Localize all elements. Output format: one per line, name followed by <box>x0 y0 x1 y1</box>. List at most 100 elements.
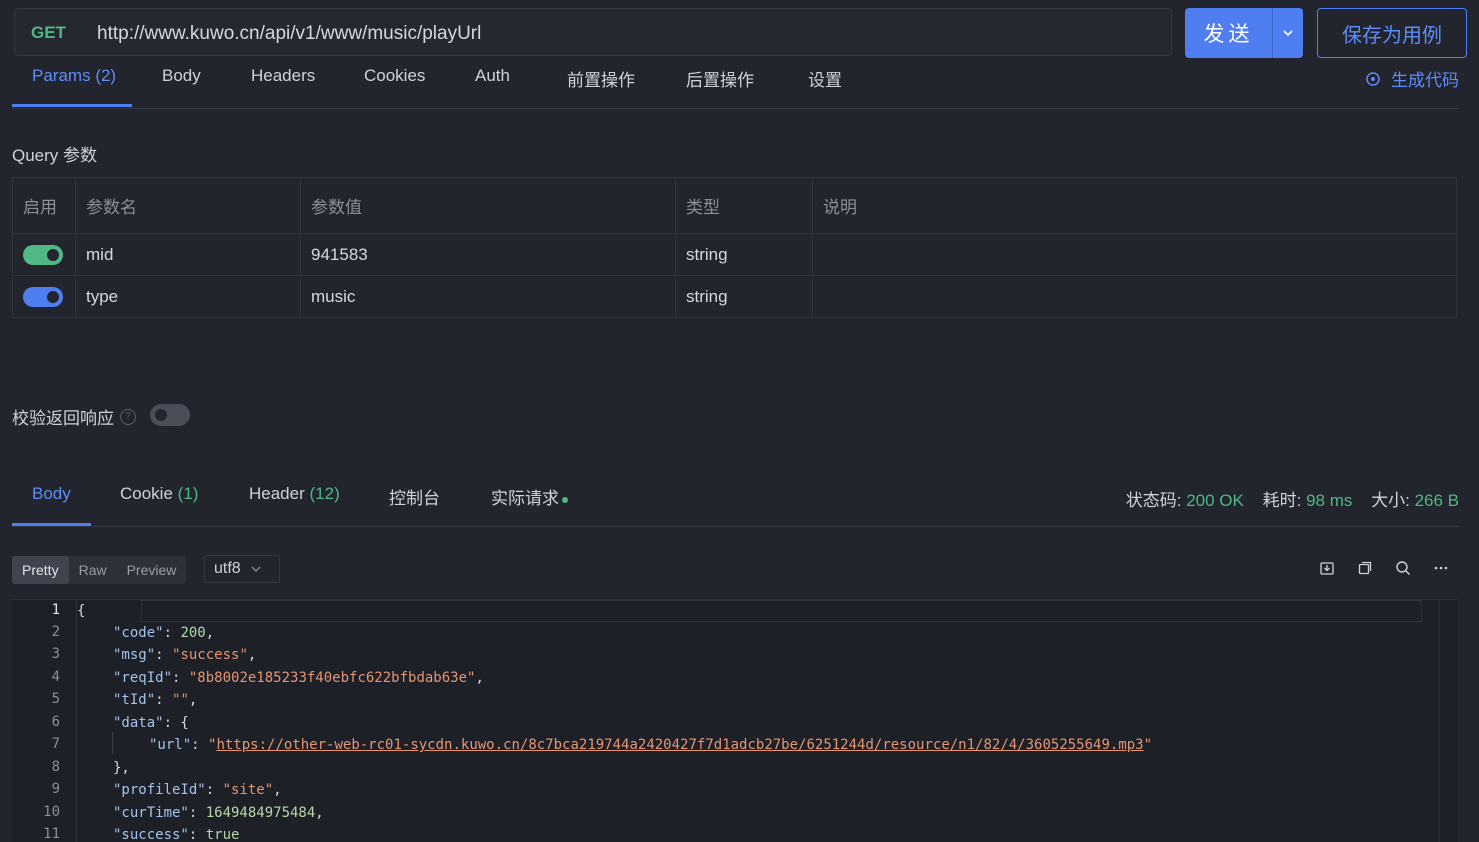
code-line: "curTime": 1649484975484, <box>113 805 324 821</box>
send-button[interactable]: 发送 <box>1185 8 1303 58</box>
save-as-case-button[interactable]: 保存为用例 <box>1317 8 1467 58</box>
enable-toggle[interactable] <box>23 286 63 307</box>
code-line: }, <box>113 760 130 776</box>
col-type: 类型 <box>676 178 813 233</box>
enable-cell <box>13 276 76 317</box>
help-icon[interactable]: ? <box>120 408 136 425</box>
time-value: 98 ms <box>1306 491 1353 510</box>
tab-auth[interactable]: Auth <box>475 66 510 86</box>
line-number: 5 <box>51 691 60 707</box>
active-response-tab-indicator <box>12 523 91 526</box>
tab-settings[interactable]: 设置 <box>808 66 842 91</box>
chevron-down-icon <box>251 566 261 572</box>
line-number: 11 <box>43 826 60 842</box>
current-line-highlight <box>141 600 1422 622</box>
url-link[interactable]: https://other-web-rc01-sycdn.kuwo.cn/8c7… <box>216 737 1143 753</box>
line-number: 9 <box>51 781 60 797</box>
tab-cookie-label: Cookie <box>120 484 173 503</box>
col-param-value: 参数值 <box>301 178 676 233</box>
param-value-cell[interactable]: music <box>301 276 676 317</box>
code-line: "reqId": "8b8002e185233f40ebfc622bfbdab6… <box>113 670 484 686</box>
tab-params[interactable]: Params (2) <box>32 66 116 86</box>
col-description: 说明 <box>823 198 857 217</box>
enable-toggle[interactable] <box>23 244 63 265</box>
download-icon[interactable] <box>1319 560 1335 576</box>
active-tab-indicator <box>12 104 132 107</box>
response-status: 状态码: 200 OK 耗时: 98 ms 大小: 266 B <box>1126 486 1459 511</box>
tab-cookies[interactable]: Cookies <box>364 66 425 86</box>
response-toolbar <box>1319 560 1449 576</box>
encoding-value: utf8 <box>214 560 241 577</box>
response-body-editor[interactable]: 1 2 3 4 5 6 7 8 9 10 11 { "code": 200, "… <box>12 599 1458 842</box>
enable-cell <box>13 234 76 275</box>
editor-scrollbar[interactable] <box>1439 600 1458 842</box>
line-number: 10 <box>43 804 60 820</box>
line-number: 6 <box>51 714 60 730</box>
code-content: { "code": 200, "msg": "success", "reqId"… <box>76 600 1440 842</box>
url-bar[interactable]: GET http://www.kuwo.cn/api/v1/www/music/… <box>14 8 1172 56</box>
line-number: 2 <box>51 624 60 640</box>
param-value-cell[interactable]: 941583 <box>301 234 676 275</box>
tab-body[interactable]: Body <box>162 66 201 86</box>
param-type-cell[interactable]: string <box>676 276 813 317</box>
copy-icon[interactable] <box>1357 560 1373 576</box>
col-enabled: 启用 <box>13 178 76 233</box>
code-line: "profileId": "site", <box>113 782 282 798</box>
code-line: "code": 200, <box>113 625 215 641</box>
code-line: "url": "https://other-web-rc01-sycdn.kuw… <box>149 737 1153 753</box>
table-row: type music string <box>13 276 1456 317</box>
code-gen-icon <box>1366 71 1380 86</box>
param-name-cell[interactable]: mid <box>76 234 301 275</box>
tab-response-header[interactable]: Header (12) <box>249 484 340 504</box>
tab-headers[interactable]: Headers <box>251 66 315 86</box>
query-section-title: Query 参数 <box>12 146 98 165</box>
code-line: "msg": "success", <box>113 647 257 663</box>
view-preview[interactable]: Preview <box>117 556 187 584</box>
verify-response-toggle[interactable] <box>150 404 190 426</box>
line-number-gutter: 1 2 3 4 5 6 7 8 9 10 11 <box>12 600 76 842</box>
line-number: 3 <box>51 646 60 662</box>
status-code-label: 状态码: <box>1125 491 1182 510</box>
search-icon[interactable] <box>1395 560 1411 576</box>
verify-response-label: 校验返回响应 <box>12 409 114 428</box>
more-icon[interactable] <box>1433 560 1449 576</box>
generate-code-label: 生成代码 <box>1391 71 1459 90</box>
size-label: 大小: <box>1371 491 1410 510</box>
tab-params-label: Params <box>32 66 91 85</box>
line-number: 8 <box>51 759 60 775</box>
code-line: "success": true <box>113 827 240 842</box>
tab-pre-ops[interactable]: 前置操作 <box>567 66 635 91</box>
table-header-row: 启用 参数名 参数值 类型 说明 <box>13 178 1456 234</box>
line-number: 7 <box>51 736 60 752</box>
encoding-select[interactable]: utf8 <box>204 555 280 583</box>
line-number: 1 <box>51 602 60 618</box>
tab-header-label: Header <box>249 484 305 503</box>
param-desc-cell[interactable] <box>813 234 1456 275</box>
tab-console[interactable]: 控制台 <box>389 484 440 509</box>
chevron-down-icon <box>1283 30 1293 37</box>
query-params-table: 启用 参数名 参数值 类型 说明 mid 941583 string type … <box>12 177 1457 318</box>
verify-response: 校验返回响应 ? <box>12 404 136 429</box>
tab-response-body[interactable]: Body <box>32 484 71 504</box>
param-desc-cell[interactable] <box>813 276 1456 317</box>
url-input[interactable]: http://www.kuwo.cn/api/v1/www/music/play… <box>97 23 481 45</box>
view-raw[interactable]: Raw <box>69 556 117 584</box>
tab-response-cookie[interactable]: Cookie (1) <box>120 484 198 504</box>
tab-params-count: (2) <box>95 66 117 85</box>
indent-guide <box>112 732 113 754</box>
method-select[interactable]: GET <box>31 23 66 43</box>
code-line: "data": { <box>113 715 189 731</box>
send-button-label[interactable]: 发送 <box>1185 8 1272 58</box>
param-type-cell[interactable]: string <box>676 234 813 275</box>
size-value: 266 B <box>1414 491 1459 510</box>
generate-code-button[interactable]: 生成代码 <box>1365 66 1459 91</box>
view-pretty[interactable]: Pretty <box>12 556 69 584</box>
tab-post-ops[interactable]: 后置操作 <box>686 66 754 91</box>
param-name-cell[interactable]: type <box>76 276 301 317</box>
tab-actual-request[interactable]: 实际请求 <box>491 484 568 509</box>
tab-cookie-count: (1) <box>177 484 199 503</box>
status-dot-icon <box>562 496 568 503</box>
send-dropdown[interactable] <box>1272 8 1303 58</box>
table-row: mid 941583 string <box>13 234 1456 276</box>
view-mode-switch: Pretty Raw Preview <box>12 556 187 584</box>
